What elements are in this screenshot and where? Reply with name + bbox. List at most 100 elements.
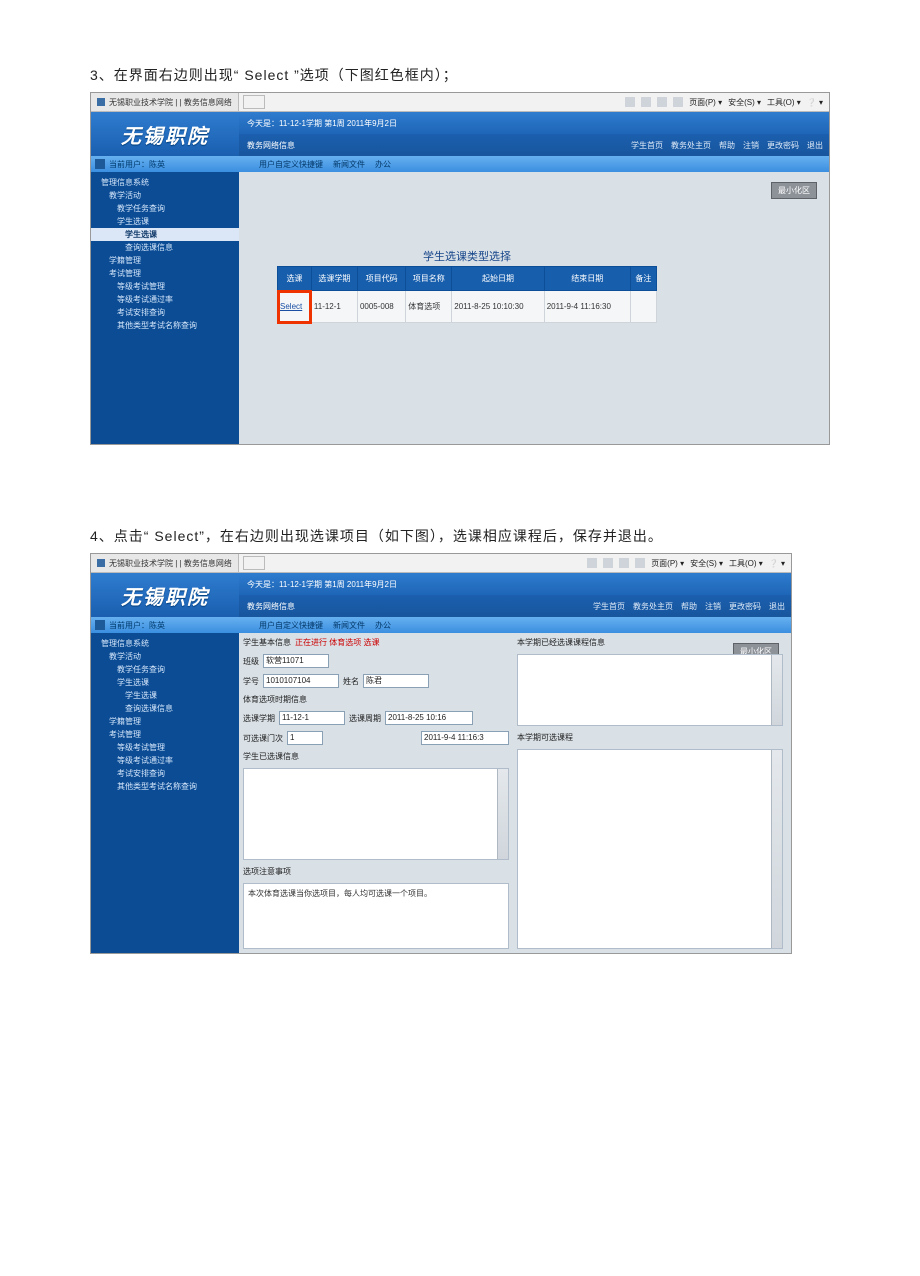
sidebar-item[interactable]: 考试管理 xyxy=(91,728,239,741)
menu-page[interactable]: 页面(P) ▾ xyxy=(689,97,722,108)
ie-toolbar: 无锡职业技术学院 | | 教务信息网络 页面(P) ▾ 安全(S) ▾ 工具(O… xyxy=(91,93,829,112)
print-icon[interactable] xyxy=(673,97,683,107)
topnav-jw[interactable]: 教务处主页 xyxy=(633,601,673,612)
menu-safety[interactable]: 安全(S) ▾ xyxy=(728,97,761,108)
selected-courses-panel[interactable] xyxy=(243,768,509,860)
new-tab-button[interactable] xyxy=(243,556,265,570)
menu-tools[interactable]: 工具(O) ▾ xyxy=(729,558,763,569)
sidebar-item[interactable]: 等级考试通过率 xyxy=(91,754,239,767)
user-bar: 当前用户：陈英 用户自定义快捷键 新闻文件 办公 xyxy=(91,617,791,633)
topnav-jw[interactable]: 教务处主页 xyxy=(671,140,711,151)
sidebar-item[interactable]: 其他类型考试名称查询 xyxy=(91,319,239,332)
menu-page[interactable]: 页面(P) ▾ xyxy=(651,558,684,569)
start-input[interactable]: 2011-8-25 10:16 xyxy=(385,711,473,725)
sidebar-item[interactable]: 学生选课 xyxy=(91,676,239,689)
new-tab-button[interactable] xyxy=(243,95,265,109)
topnav-help[interactable]: 帮助 xyxy=(719,140,735,151)
userbar-news[interactable]: 新闻文件 xyxy=(333,620,365,631)
userbar-office[interactable]: 办公 xyxy=(375,159,391,170)
menu-safety[interactable]: 安全(S) ▾ xyxy=(690,558,723,569)
class-input[interactable]: 软营11071 xyxy=(263,654,329,668)
cell-end: 2011-9-4 11:16:30 xyxy=(544,291,630,323)
mail-icon[interactable] xyxy=(657,97,667,107)
topnav-exit[interactable]: 退出 xyxy=(769,601,785,612)
sidebar-item[interactable]: 等级考试管理 xyxy=(91,741,239,754)
topnav-logout[interactable]: 注销 xyxy=(705,601,721,612)
sidebar-item[interactable]: 教学活动 xyxy=(91,189,239,202)
notes-text: 本次体育选课当你选项目，每人均可选课一个项目。 xyxy=(243,883,509,949)
mail-icon[interactable] xyxy=(619,558,629,568)
sidebar-item[interactable]: 考试管理 xyxy=(91,267,239,280)
sidebar-item[interactable]: 管理信息系统 xyxy=(91,637,239,650)
current-user: 当前用户：陈英 xyxy=(109,159,259,170)
top-nav: 学生首页 教务处主页 帮助 注销 更改密码 退出 xyxy=(593,601,791,612)
screenshot-2: 无锡职业技术学院 | | 教务信息网络 页面(P) ▾ 安全(S) ▾ 工具(O… xyxy=(90,553,792,954)
topnav-home[interactable]: 学生首页 xyxy=(631,140,663,151)
menu-help[interactable]: ❔ ▾ xyxy=(807,98,823,107)
select-link[interactable]: Select xyxy=(280,302,302,311)
sidebar-item[interactable]: 考试安排查询 xyxy=(91,306,239,319)
menu-tools[interactable]: 工具(O) ▾ xyxy=(767,97,801,108)
userbar-news[interactable]: 新闻文件 xyxy=(333,159,365,170)
userbar-shortcut[interactable]: 用户自定义快捷键 xyxy=(259,159,323,170)
feed-icon[interactable] xyxy=(603,558,613,568)
sidebar-item[interactable]: 学生选课 xyxy=(91,215,239,228)
topnav-exit[interactable]: 退出 xyxy=(807,140,823,151)
brand-logo: 无锡职院 xyxy=(91,573,239,617)
sidebar-item[interactable]: 等级考试管理 xyxy=(91,280,239,293)
print-icon[interactable] xyxy=(635,558,645,568)
term-selected-panel[interactable] xyxy=(517,654,783,726)
cell-remark xyxy=(630,291,656,323)
app-banner: 无锡职院 今天是：11-12-1学期 第1周 2011年9月2日 教务网络信息 … xyxy=(91,573,791,617)
sidebar-item[interactable]: 学籍管理 xyxy=(91,254,239,267)
available-courses-panel[interactable] xyxy=(517,749,783,949)
sidebar-item[interactable]: 学籍管理 xyxy=(91,715,239,728)
topnav-home[interactable]: 学生首页 xyxy=(593,601,625,612)
minimize-button[interactable]: 最小化区 xyxy=(771,182,817,199)
sidebar-item[interactable]: 管理信息系统 xyxy=(91,176,239,189)
userbar-office[interactable]: 办公 xyxy=(375,620,391,631)
sidebar-item[interactable]: 学生选课 xyxy=(91,689,239,702)
sidebar-item-selected[interactable]: 学生选课 xyxy=(91,228,239,241)
sidebar-item[interactable]: 教学任务查询 xyxy=(91,663,239,676)
feed-icon[interactable] xyxy=(641,97,651,107)
home-icon[interactable] xyxy=(625,97,635,107)
sno-label: 学号 xyxy=(243,676,259,687)
sidebar-item[interactable]: 教学活动 xyxy=(91,650,239,663)
sidebar-item[interactable]: 其他类型考试名称查询 xyxy=(91,780,239,793)
cell-select: Select xyxy=(278,291,312,323)
sno-input[interactable]: 1010107104 xyxy=(263,674,339,688)
cell-code: 0005-008 xyxy=(357,291,405,323)
count-input[interactable]: 1 xyxy=(287,731,323,745)
home-icon[interactable] xyxy=(587,558,597,568)
term-input[interactable]: 11-12-1 xyxy=(279,711,345,725)
home-icon[interactable] xyxy=(95,620,105,630)
sidebar-item[interactable]: 查询选课信息 xyxy=(91,702,239,715)
selected-courses-label: 学生已选课信息 xyxy=(243,751,509,762)
name-input[interactable]: 陈君 xyxy=(363,674,429,688)
instruction-step4: 4、点击“ Select”，在右边则出现选课项目（如下图），选课相应课程后，保存… xyxy=(90,525,830,547)
sidebar-item[interactable]: 教学任务查询 xyxy=(91,202,239,215)
sidebar-item[interactable]: 查询选课信息 xyxy=(91,241,239,254)
userbar-shortcut[interactable]: 用户自定义快捷键 xyxy=(259,620,323,631)
th-end: 结束日期 xyxy=(544,267,630,291)
current-user: 当前用户：陈英 xyxy=(109,620,259,631)
name-label: 姓名 xyxy=(343,676,359,687)
topnav-pwd[interactable]: 更改密码 xyxy=(729,601,761,612)
topnav-help[interactable]: 帮助 xyxy=(681,601,697,612)
instruction-step3: 3、在界面右边则出现“ Select ”选项（下图红色框内）； xyxy=(90,64,830,86)
th-term: 选课学期 xyxy=(311,267,357,291)
browser-tab[interactable]: 无锡职业技术学院 | | 教务信息网络 xyxy=(91,554,239,572)
menu-help[interactable]: ❔ ▾ xyxy=(769,559,785,568)
topnav-logout[interactable]: 注销 xyxy=(743,140,759,151)
home-icon[interactable] xyxy=(95,159,105,169)
topnav-pwd[interactable]: 更改密码 xyxy=(767,140,799,151)
sidebar-item[interactable]: 等级考试通过率 xyxy=(91,293,239,306)
banner-subtitle: 教务网络信息 xyxy=(247,140,295,151)
perm-label: 选课周期 xyxy=(349,713,381,724)
sidebar: 管理信息系统 教学活动 教学任务查询 学生选课 学生选课 查询选课信息 学籍管理… xyxy=(91,172,239,444)
browser-tab[interactable]: 无锡职业技术学院 | | 教务信息网络 xyxy=(91,93,239,111)
sidebar-item[interactable]: 考试安排查询 xyxy=(91,767,239,780)
end-input[interactable]: 2011-9-4 11:16:3 xyxy=(421,731,509,745)
selection-status: 正在进行 体育选项 选课 xyxy=(295,637,379,648)
